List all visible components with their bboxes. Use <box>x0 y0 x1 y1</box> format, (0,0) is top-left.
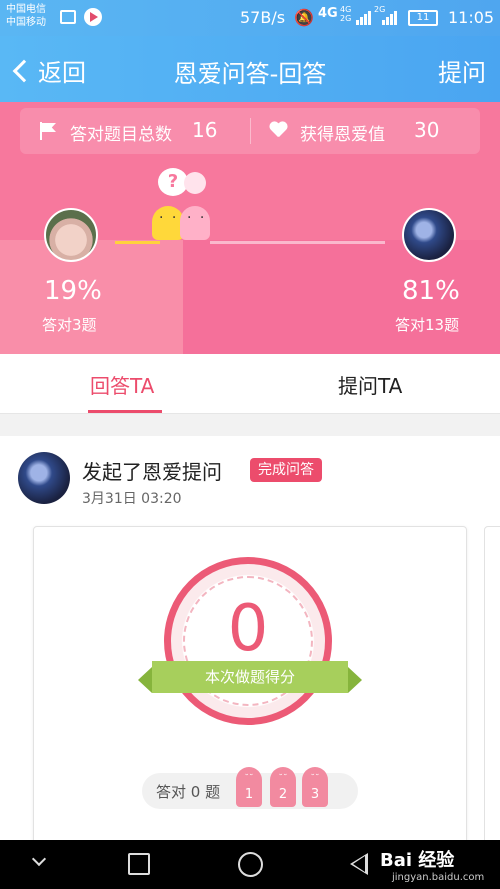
score-ring: 0 <box>164 557 332 725</box>
status-bar: 中国电信 中国移动 57B/s 🔕 4G 4G 2G 2G 11 11:05 <box>0 0 500 36</box>
correct-count-label: 答对 0 题 <box>156 783 221 801</box>
feed-title: 发起了恩爱提问 <box>82 460 222 484</box>
stats-panel: 答对题目总数 16 获得恩爱值 30 ? 19% 答对3题 81% 答对13题 <box>0 102 500 354</box>
network-speed: 57B/s <box>240 8 286 27</box>
carrier-labels: 中国电信 中国移动 <box>6 3 46 29</box>
left-correct-count: 答对3题 <box>42 316 97 334</box>
signal-bars-1-icon <box>356 9 371 25</box>
right-percent: 81% <box>402 276 460 306</box>
watermark-url: jingyan.baidu.com <box>392 872 485 883</box>
tab-answer[interactable]: 回答TA <box>90 370 154 399</box>
right-correct-count: 答对13题 <box>395 316 460 334</box>
score-card[interactable]: 0 本次做题得分 答对 0 题 ˘˘ 1 ˘˘ 2 ˘˘ 3 <box>33 526 467 840</box>
love-value: 30 <box>414 118 440 142</box>
signal-type-1: 4G 2G <box>340 5 352 23</box>
partner-avatar[interactable] <box>402 208 456 262</box>
heart-icon <box>269 122 287 138</box>
divider <box>250 118 251 144</box>
mute-icon: 🔕 <box>294 8 314 27</box>
home-icon[interactable] <box>238 852 263 877</box>
nav-bar: 返回 恩爱问答-回答 提问 <box>0 36 500 102</box>
pink-character-icon <box>180 206 210 240</box>
carrier-2: 中国移动 <box>6 17 46 28</box>
tab-active-indicator <box>88 410 162 413</box>
left-percent: 19% <box>44 276 102 306</box>
score-caption-ribbon: 本次做题得分 <box>138 661 362 693</box>
medal-1-icon: ˘˘ 1 <box>236 767 262 807</box>
video-notification-icon <box>84 8 102 26</box>
page-title: 恩爱问答-回答 <box>173 60 327 88</box>
chevron-down-icon[interactable] <box>31 851 47 867</box>
medal-2-icon: ˘˘ 2 <box>270 767 296 807</box>
progress-track-left <box>115 241 160 244</box>
network-type: 4G <box>318 6 338 21</box>
correct-count-pill: 答对 0 题 ˘˘ 1 ˘˘ 2 ˘˘ 3 <box>142 767 358 809</box>
correct-total-value: 16 <box>192 118 218 142</box>
feed-item: 发起了恩爱提问 完成问答 3月31日 03:20 0 本次做题得分 答对 0 题… <box>0 436 500 840</box>
feed-timestamp: 3月31日 03:20 <box>82 491 182 507</box>
my-avatar[interactable] <box>44 208 98 262</box>
battery-icon: 11 <box>408 10 438 26</box>
avatar[interactable] <box>18 452 70 504</box>
ask-button[interactable]: 提问 <box>438 53 486 88</box>
progress-track-right <box>210 241 385 244</box>
clock: 11:05 <box>448 8 495 27</box>
tab-bar: 回答TA 提问TA <box>0 354 500 414</box>
recent-apps-icon[interactable] <box>128 853 150 875</box>
love-value-label: 获得恩爱值 <box>300 125 385 145</box>
status-badge: 完成问答 <box>250 458 322 482</box>
flag-icon <box>40 122 58 140</box>
carrier-1: 中国电信 <box>6 4 46 15</box>
watermark-logo: Bai 经验 <box>380 850 455 871</box>
stats-summary: 答对题目总数 16 获得恩爱值 30 <box>20 108 480 154</box>
next-card-peek[interactable] <box>484 526 500 840</box>
tab-ask[interactable]: 提问TA <box>338 370 402 399</box>
back-triangle-icon[interactable] <box>350 853 368 875</box>
heart-bubble-icon <box>184 172 206 194</box>
gallery-notification-icon <box>60 10 76 24</box>
medal-3-icon: ˘˘ 3 <box>302 767 328 807</box>
correct-total-label: 答对题目总数 <box>70 125 172 145</box>
score-value: 0 <box>227 592 269 666</box>
signal-bars-2-icon <box>382 9 397 25</box>
